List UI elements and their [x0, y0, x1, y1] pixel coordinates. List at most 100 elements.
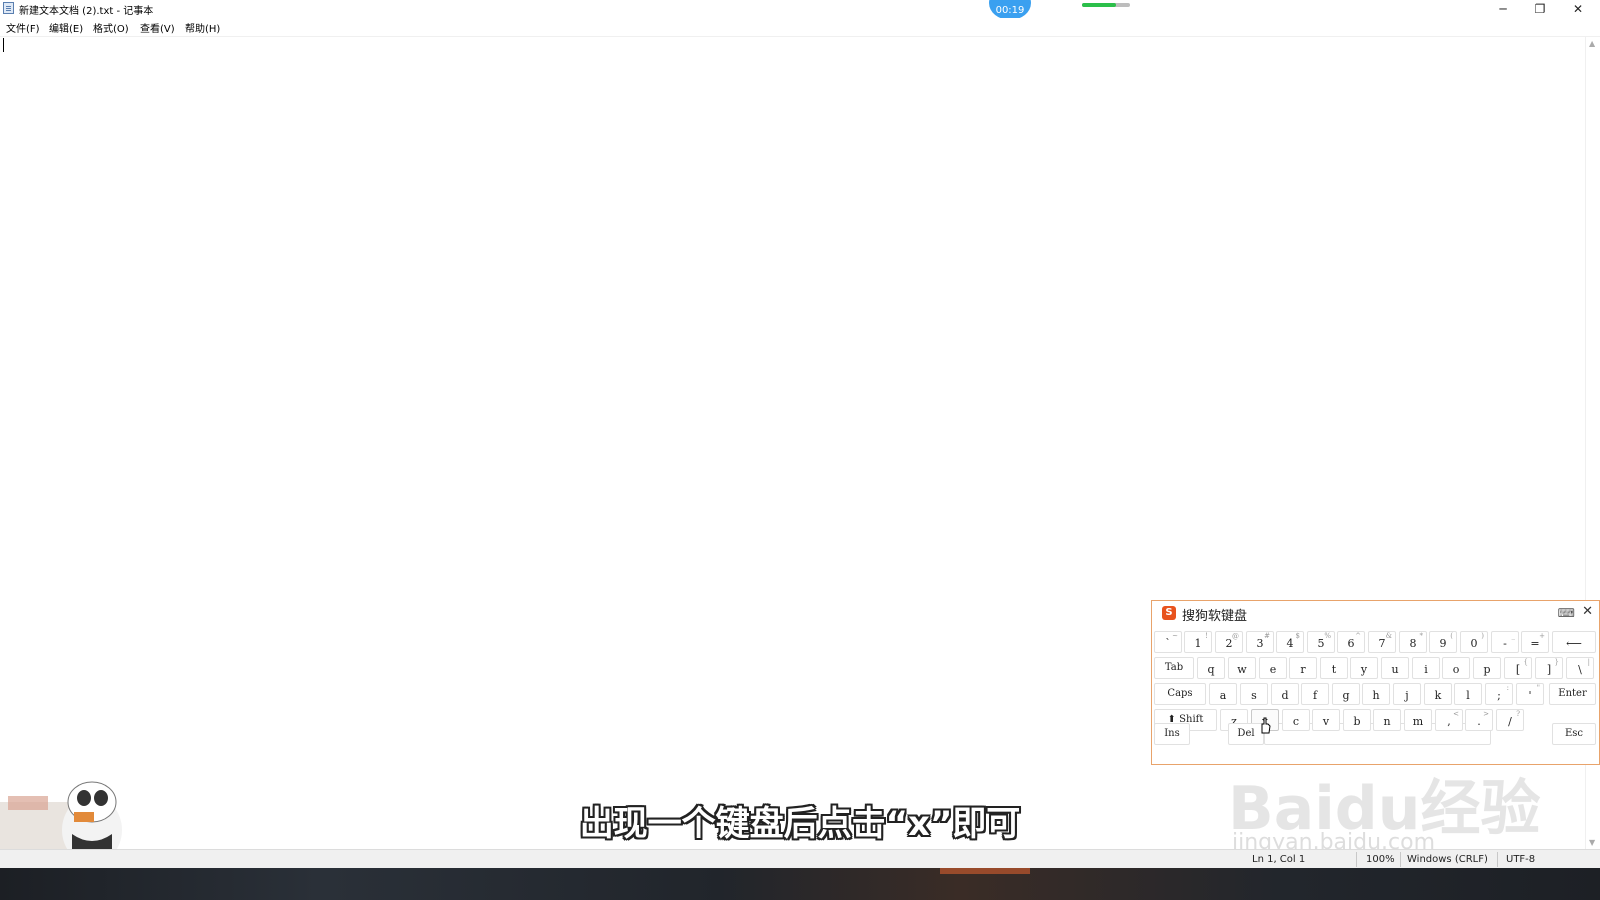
key-p[interactable]: p	[1473, 657, 1501, 679]
key-del[interactable]: Del	[1228, 723, 1264, 745]
key-caps[interactable]: Caps	[1154, 683, 1206, 705]
key-label: v	[1322, 715, 1330, 728]
key-label: g	[1342, 689, 1350, 702]
key-y[interactable]: y	[1350, 657, 1378, 679]
menu-help[interactable]: 帮助(H)	[185, 20, 220, 35]
key-i[interactable]: i	[1412, 657, 1440, 679]
keyboard-switch-icon[interactable]: ⌨	[1558, 606, 1575, 620]
key-g[interactable]: g	[1332, 683, 1360, 705]
key-r[interactable]: r	[1289, 657, 1317, 679]
key-8[interactable]: 8 *	[1399, 631, 1427, 653]
key-l[interactable]: l	[1454, 683, 1482, 705]
keyboard-close-icon[interactable]: ✕	[1582, 604, 1593, 619]
key-tab[interactable]: Tab	[1154, 657, 1194, 679]
key-quote[interactable]: ' "	[1516, 683, 1544, 705]
menu-view[interactable]: 查看(V)	[140, 20, 175, 35]
key-m[interactable]: m	[1404, 709, 1432, 731]
key-shift-label: <	[1453, 710, 1459, 718]
key-d[interactable]: d	[1271, 683, 1299, 705]
key-4[interactable]: 4 $	[1276, 631, 1304, 653]
key-semicolon[interactable]: ;:	[1485, 683, 1513, 705]
key-n[interactable]: n	[1373, 709, 1401, 731]
taskbar-active-app[interactable]	[940, 868, 1030, 874]
key-shift-label: $	[1295, 632, 1300, 640]
key-5[interactable]: 5%	[1307, 631, 1335, 653]
key-minus[interactable]: - _	[1491, 631, 1519, 653]
key-shift-label: }	[1554, 658, 1559, 666]
key-label: s	[1251, 689, 1257, 702]
encoding: UTF-8	[1506, 854, 1536, 865]
status-divider	[1400, 852, 1401, 867]
video-subtitle: 出现一个键盘后点击“x”即可	[579, 804, 1021, 844]
key-label: y	[1360, 663, 1368, 676]
key-shift-label: *	[1419, 632, 1424, 640]
key-0[interactable]: 0)	[1460, 631, 1488, 653]
key-shift-label: "	[1536, 684, 1540, 692]
restore-button[interactable]: ❐	[1522, 0, 1558, 18]
key-b[interactable]: b	[1343, 709, 1371, 731]
key-label: a	[1219, 689, 1227, 702]
key-label: l	[1466, 689, 1470, 702]
key-label: q	[1207, 663, 1215, 676]
key-w[interactable]: w	[1228, 657, 1256, 679]
key-c[interactable]: c	[1282, 709, 1310, 731]
key-shift-label: &	[1385, 632, 1392, 640]
key-backspace[interactable]: ⟵	[1552, 631, 1596, 653]
key-shift-label: ~	[1172, 632, 1178, 640]
key-label: p	[1483, 663, 1491, 676]
key-label: ⟵	[1566, 637, 1582, 650]
text-caret	[3, 38, 4, 52]
key-ins[interactable]: Ins	[1154, 723, 1190, 745]
key-backtick[interactable]: ` ~	[1154, 631, 1182, 653]
key-label: Caps	[1167, 688, 1193, 699]
key-lbracket[interactable]: [{	[1504, 657, 1532, 679]
key-enter[interactable]: Enter	[1549, 683, 1596, 705]
key-label: h	[1372, 689, 1380, 702]
key-shift-label: )	[1481, 632, 1484, 640]
key-s[interactable]: s	[1240, 683, 1268, 705]
key-label: o	[1452, 663, 1460, 676]
menu-edit[interactable]: 编辑(E)	[49, 20, 83, 35]
key-label: b	[1353, 715, 1361, 728]
key-e[interactable]: e	[1259, 657, 1287, 679]
taskbar	[0, 868, 1600, 900]
key-label: n	[1383, 715, 1391, 728]
key-2[interactable]: 2 @	[1215, 631, 1243, 653]
status-divider	[1356, 852, 1357, 867]
key-o[interactable]: o	[1442, 657, 1470, 679]
key-7[interactable]: 7 &	[1368, 631, 1396, 653]
key-equals[interactable]: = +	[1521, 631, 1549, 653]
key-shift-label: #	[1264, 632, 1270, 640]
key-shift-label: !	[1205, 632, 1208, 640]
key-rbracket[interactable]: ]}	[1535, 657, 1563, 679]
menu-file[interactable]: 文件(F)	[6, 20, 40, 35]
key-1[interactable]: 1!	[1184, 631, 1212, 653]
key-shift-label: +	[1539, 632, 1545, 640]
key-label: Enter	[1558, 688, 1587, 699]
close-button[interactable]: ✕	[1560, 0, 1596, 18]
key-q[interactable]: q	[1197, 657, 1225, 679]
key-period[interactable]: . >	[1465, 709, 1493, 731]
minimize-button[interactable]: ─	[1485, 0, 1521, 18]
key-label: i	[1424, 663, 1428, 676]
key-6[interactable]: 6 ^	[1337, 631, 1365, 653]
key-j[interactable]: j	[1393, 683, 1421, 705]
key-h[interactable]: h	[1362, 683, 1390, 705]
key-f[interactable]: f	[1301, 683, 1329, 705]
key-v[interactable]: v	[1312, 709, 1340, 731]
key-esc[interactable]: Esc	[1552, 723, 1596, 745]
menu-format[interactable]: 格式(O)	[93, 20, 129, 35]
scroll-up-icon[interactable]: ▲	[1589, 39, 1595, 48]
key-u[interactable]: u	[1381, 657, 1409, 679]
zoom-level: 100%	[1366, 854, 1395, 865]
key-shift-label: |	[1587, 658, 1590, 666]
key-t[interactable]: t	[1320, 657, 1348, 679]
key-slash[interactable]: /?	[1496, 709, 1524, 731]
key-backslash[interactable]: \ |	[1566, 657, 1594, 679]
key-a[interactable]: a	[1209, 683, 1237, 705]
key-k[interactable]: k	[1424, 683, 1452, 705]
key-9[interactable]: 9(	[1429, 631, 1457, 653]
key-comma[interactable]: , <	[1435, 709, 1463, 731]
status-bar: Ln 1, Col 1 100% Windows (CRLF) UTF-8	[0, 849, 1600, 869]
key-3[interactable]: 3 #	[1246, 631, 1274, 653]
